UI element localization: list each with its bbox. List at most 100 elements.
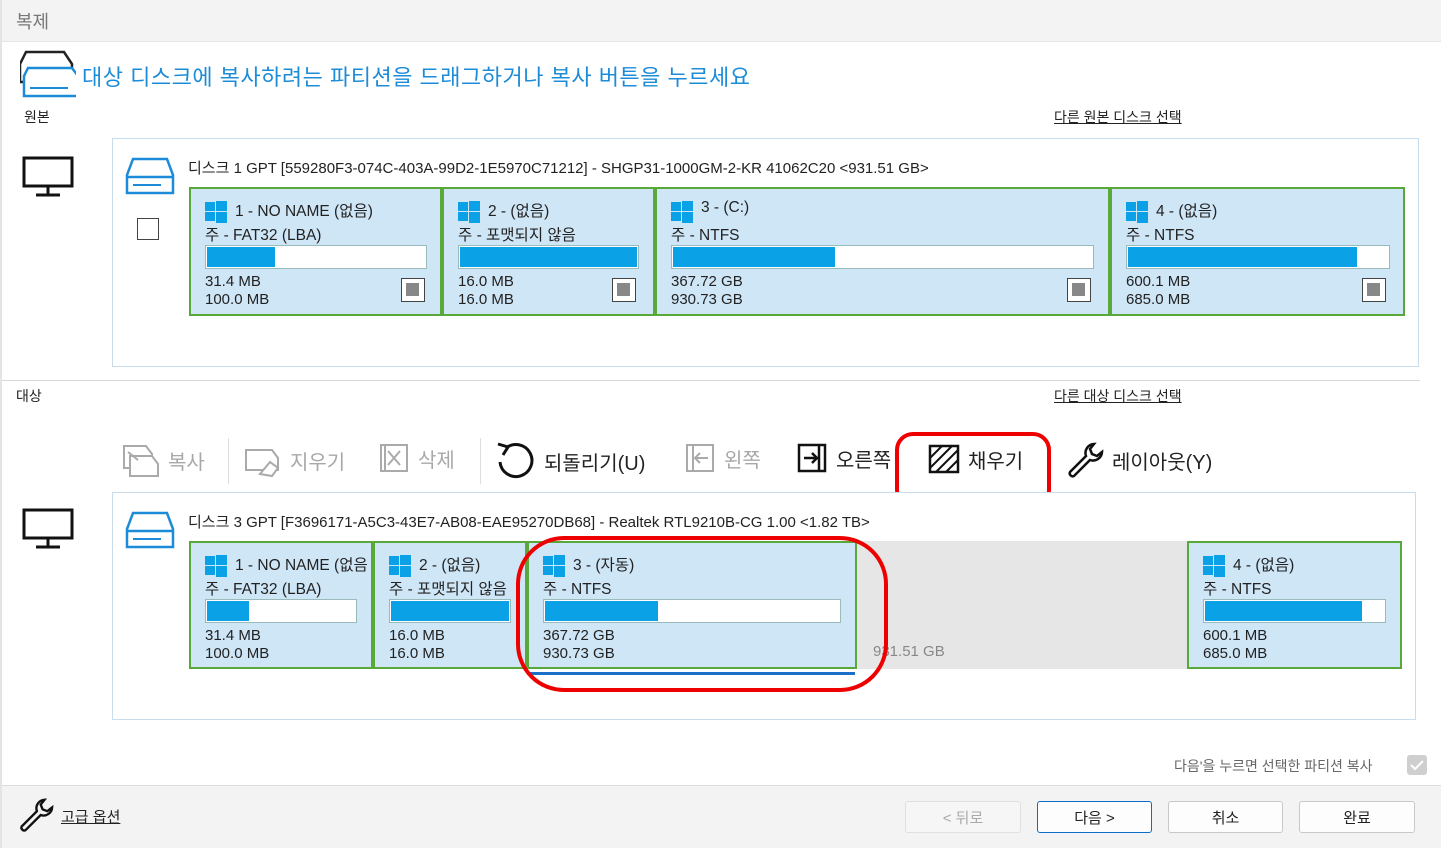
partition-name: 2 - (없음)	[419, 557, 481, 574]
partition-name: 1 - NO NAME (없음	[235, 557, 368, 574]
partition-total: 685.0 MB	[1203, 645, 1268, 662]
cancel-button[interactable]: 취소	[1168, 801, 1283, 833]
target-label: 대상	[16, 388, 42, 404]
delete-icon	[380, 444, 408, 472]
target-partition-4[interactable]: 4 - (없음) 주 - NTFS 600.1 MB 685.0 MB	[1187, 541, 1402, 669]
layout-button[interactable]: 레이아웃(Y)	[1064, 440, 1212, 480]
partition-type: 주 - 포맷되지 않음	[389, 581, 507, 598]
usage-bar-fill	[460, 247, 637, 267]
windows-icon	[389, 555, 411, 577]
move-right-button[interactable]: 오른쪽	[796, 442, 891, 474]
highlight-target-partition-3	[516, 536, 888, 692]
select-source-disk-link[interactable]: 다른 원본 디스크 선택	[1054, 107, 1182, 127]
clone-window: 복제 대상 디스크에 복사하려는 파티션을 드래그하거나 복사 버튼을 누르세요…	[0, 0, 1441, 848]
partition-total: 16.0 MB	[389, 645, 445, 662]
erase-button[interactable]: 지우기	[242, 442, 345, 478]
source-disk-panel: 디스크 1 GPT [559280F3-074C-403A-99D2-1E597…	[112, 138, 1419, 367]
usage-bar-fill	[673, 247, 836, 267]
toolbar-separator	[480, 438, 481, 484]
unallocated-space[interactable]: 931.51 GB	[855, 541, 1187, 669]
partition-total: 930.73 GB	[671, 291, 743, 308]
partition-total: 685.0 MB	[1126, 291, 1191, 308]
copy-note-checkbox[interactable]	[1407, 755, 1427, 775]
partition-type: 주 - FAT32 (LBA)	[205, 227, 322, 244]
hard-disk-icon	[125, 511, 175, 549]
partition-checkbox[interactable]	[401, 278, 425, 302]
partition-name: 2 - (없음)	[488, 203, 550, 220]
partition-used: 600.1 MB	[1203, 627, 1268, 644]
move-left-icon	[686, 444, 714, 472]
copy-label: 복사	[168, 451, 205, 474]
copy-button[interactable]: 복사	[120, 442, 205, 478]
move-right-icon	[797, 443, 827, 473]
partition-used: 31.4 MB	[205, 627, 261, 644]
advanced-options-link[interactable]: 고급 옵션	[61, 806, 120, 827]
hard-disk-icon	[125, 157, 175, 195]
usage-bar	[205, 245, 427, 269]
next-button[interactable]: 다음 >	[1037, 801, 1152, 833]
eraser-icon	[245, 449, 280, 478]
title-bar: 복제	[2, 0, 1441, 42]
move-right-label: 오른쪽	[836, 449, 892, 472]
footer: 고급 옵션 < 뒤로 다음 > 취소 완료	[2, 785, 1441, 848]
windows-icon	[671, 201, 693, 223]
windows-icon	[205, 201, 227, 223]
usage-bar-fill	[391, 601, 509, 621]
copy-note: 다음'을 누르면 선택한 파티션 복사	[1174, 758, 1373, 774]
usage-bar	[671, 245, 1094, 269]
source-partition-4[interactable]: 4 - (없음) 주 - NTFS 600.1 MB 685.0 MB	[1110, 187, 1405, 316]
undo-button[interactable]: 되돌리기(U)	[494, 440, 645, 482]
wrench-icon	[20, 798, 54, 832]
partition-type: 주 - 포맷되지 않음	[458, 227, 576, 244]
partition-checkbox[interactable]	[1067, 278, 1091, 302]
layout-label: 레이아웃(Y)	[1112, 451, 1213, 474]
monitor-icon	[22, 156, 74, 197]
usage-bar	[1203, 599, 1386, 623]
partition-used: 16.0 MB	[458, 273, 514, 290]
source-disk-checkbox[interactable]	[137, 218, 159, 240]
delete-label: 삭제	[418, 449, 455, 472]
windows-icon	[1126, 201, 1148, 223]
partition-total: 16.0 MB	[458, 291, 514, 308]
partition-type: 주 - FAT32 (LBA)	[205, 581, 322, 598]
usage-bar-fill	[1205, 601, 1363, 621]
partition-total: 100.0 MB	[205, 291, 270, 308]
erase-label: 지우기	[290, 451, 346, 474]
disk-copy-icon	[20, 50, 76, 98]
partition-type: 주 - NTFS	[671, 227, 740, 244]
move-left-label: 왼쪽	[724, 449, 761, 472]
usage-bar	[389, 599, 511, 623]
wrench-icon	[1068, 442, 1104, 478]
usage-bar-fill	[1128, 247, 1357, 267]
partition-checkbox[interactable]	[612, 278, 636, 302]
windows-icon	[458, 201, 480, 223]
back-button[interactable]: < 뒤로	[905, 801, 1021, 833]
partition-checkbox[interactable]	[1362, 278, 1386, 302]
source-disk-title: 디스크 1 GPT [559280F3-074C-403A-99D2-1E597…	[188, 160, 929, 177]
windows-icon	[205, 555, 227, 577]
partition-used: 16.0 MB	[389, 627, 445, 644]
partition-name: 4 - (없음)	[1233, 557, 1295, 574]
partition-used: 367.72 GB	[671, 273, 743, 290]
section-divider	[2, 380, 1420, 381]
partition-type: 주 - NTFS	[1126, 227, 1195, 244]
finish-button[interactable]: 완료	[1299, 801, 1415, 833]
delete-button[interactable]: 삭제	[378, 442, 455, 474]
usage-bar	[205, 599, 357, 623]
partition-name: 3 - (C:)	[701, 199, 750, 216]
move-left-button[interactable]: 왼쪽	[684, 442, 761, 474]
partition-name: 1 - NO NAME (없음)	[235, 203, 373, 220]
check-icon	[1410, 760, 1424, 771]
select-target-disk-link[interactable]: 다른 대상 디스크 선택	[1054, 386, 1182, 406]
toolbar-separator	[228, 438, 229, 484]
partition-total: 100.0 MB	[205, 645, 270, 662]
undo-label: 되돌리기(U)	[544, 452, 646, 475]
partition-used: 600.1 MB	[1126, 273, 1191, 290]
source-partition-2[interactable]: 2 - (없음) 주 - 포맷되지 않음 16.0 MB 16.0 MB	[442, 187, 655, 316]
source-partition-3[interactable]: 3 - (C:) 주 - NTFS 367.72 GB 930.73 GB	[655, 187, 1110, 316]
target-partition-2[interactable]: 2 - (없음) 주 - 포맷되지 않음 16.0 MB 16.0 MB	[373, 541, 527, 669]
usage-bar	[458, 245, 639, 269]
partition-used: 31.4 MB	[205, 273, 261, 290]
source-partition-1[interactable]: 1 - NO NAME (없음) 주 - FAT32 (LBA) 31.4 MB…	[189, 187, 442, 316]
target-partition-1[interactable]: 1 - NO NAME (없음 주 - FAT32 (LBA) 31.4 MB …	[189, 541, 373, 669]
